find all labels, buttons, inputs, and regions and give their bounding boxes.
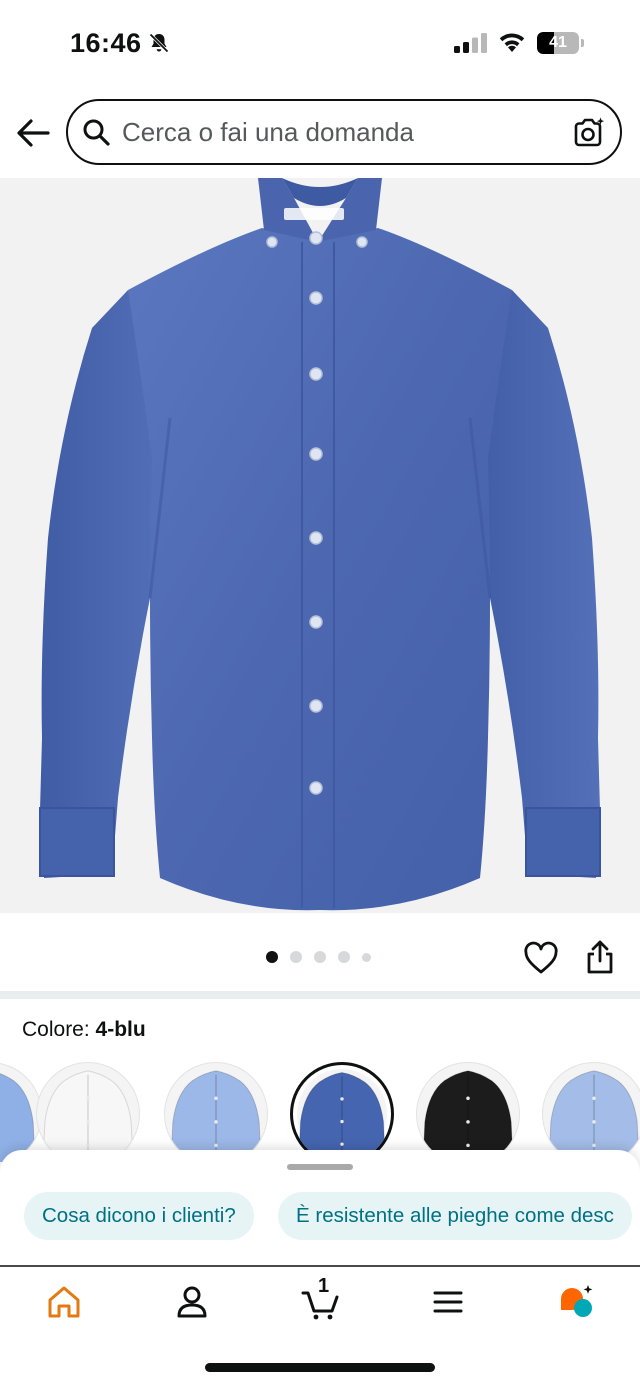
status-time: 16:46 xyxy=(70,28,142,58)
pagination-dot-active[interactable] xyxy=(266,951,278,963)
search-input[interactable] xyxy=(122,113,552,151)
search-icon xyxy=(83,119,110,146)
home-icon xyxy=(48,1286,80,1318)
section-divider xyxy=(0,991,640,999)
pagination-dot[interactable] xyxy=(338,951,350,963)
wifi-icon xyxy=(499,33,525,52)
battery-level: 41 xyxy=(549,34,567,51)
pagination-dot[interactable] xyxy=(290,951,302,963)
signal-icon xyxy=(454,33,487,53)
account-icon xyxy=(177,1286,207,1318)
color-swatch[interactable] xyxy=(164,1062,268,1162)
color-swatch[interactable] xyxy=(416,1062,520,1162)
heart-icon[interactable] xyxy=(523,941,559,975)
selected-color-value: 4-blu xyxy=(95,1018,146,1041)
suggestion-chip-wrinkle[interactable]: È resistente alle pieghe come desc xyxy=(278,1192,632,1240)
search-bar[interactable] xyxy=(66,99,622,165)
bell-slash-icon xyxy=(149,33,169,53)
suggestion-chip-reviews[interactable]: Cosa dicono i clienti? xyxy=(24,1192,254,1240)
nav-menu[interactable] xyxy=(384,1267,512,1337)
blue-shirt-image xyxy=(39,178,601,911)
camera-search-icon[interactable] xyxy=(572,116,606,148)
gallery-controls xyxy=(0,913,640,991)
back-arrow-icon[interactable] xyxy=(14,114,52,152)
pagination-dot[interactable] xyxy=(362,952,371,962)
battery-icon: 41 xyxy=(537,32,585,54)
color-swatch-list xyxy=(0,1062,640,1162)
status-bar: 16:46 41 xyxy=(0,0,640,88)
product-image[interactable] xyxy=(0,178,640,913)
menu-icon xyxy=(433,1291,463,1313)
color-swatch-selected[interactable] xyxy=(290,1062,394,1162)
sheet-drag-handle[interactable] xyxy=(287,1164,353,1170)
share-icon[interactable] xyxy=(584,939,616,975)
suggestion-sheet: Cosa dicono i clienti? È resistente alle… xyxy=(0,1150,640,1265)
color-swatch[interactable] xyxy=(542,1062,640,1162)
cart-count-badge: 1 xyxy=(318,1275,330,1297)
image-pagination[interactable] xyxy=(266,951,371,963)
nav-assistant[interactable] xyxy=(512,1267,640,1337)
color-swatch[interactable] xyxy=(36,1062,140,1162)
color-label-text: Colore: xyxy=(22,1018,90,1041)
rufus-assistant-icon xyxy=(561,1285,593,1317)
color-label: Colore: 4-blu xyxy=(22,1018,146,1042)
nav-account[interactable] xyxy=(128,1267,256,1337)
nav-home[interactable] xyxy=(0,1267,128,1337)
home-indicator xyxy=(205,1363,435,1372)
pagination-dot[interactable] xyxy=(314,951,326,963)
